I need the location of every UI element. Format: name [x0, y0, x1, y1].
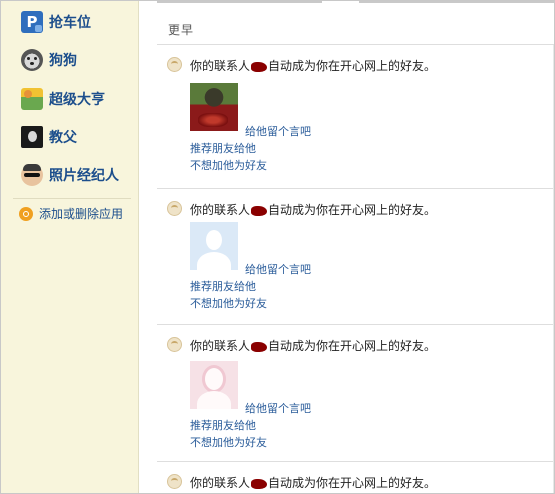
parking-icon: P: [21, 11, 43, 33]
feed-text: 你的联系人 自动成为你在开心网上的好友。: [190, 57, 436, 74]
feed-text-after: 自动成为你在开心网上的好友。: [268, 203, 437, 217]
tab-underline: [359, 1, 554, 3]
settings-icon: [19, 206, 33, 221]
redaction-mark: [251, 205, 268, 216]
sidebar-item-photo-agent[interactable]: 照片经纪人: [21, 162, 119, 188]
feed-text: 你的联系人 自动成为你在开心网上的好友。: [190, 474, 436, 491]
unfriend-link[interactable]: 不想加他为好友: [190, 157, 267, 173]
feed-item: 你的联系人 自动成为你在开心网上的好友。 给他留个言吧 推荐朋友给他 不想加他为好…: [157, 189, 554, 325]
feed-text-before: 你的联系人: [190, 339, 251, 353]
friend-avatar[interactable]: [190, 222, 238, 270]
sidebar-item-godfather[interactable]: 教父: [21, 124, 77, 150]
godfather-icon: [21, 126, 43, 148]
sidebar-item-dog[interactable]: 狗狗: [21, 47, 77, 73]
money-icon: [21, 88, 43, 110]
leave-message-link[interactable]: 给他留个言吧: [245, 261, 311, 277]
redaction-mark: [251, 61, 268, 72]
dog-icon: [21, 49, 43, 71]
sidebar-item-parking[interactable]: P 抢车位: [21, 9, 91, 35]
feed-text-after: 自动成为你在开心网上的好友。: [268, 476, 437, 490]
friend-avatar[interactable]: [190, 361, 238, 409]
feed-smile-icon: [167, 474, 182, 489]
feed-text-after: 自动成为你在开心网上的好友。: [268, 339, 437, 353]
feed-text-before: 你的联系人: [190, 476, 251, 490]
tab-underline: [157, 1, 322, 3]
sidebar-item-label: 教父: [49, 130, 77, 146]
manage-apps-link[interactable]: 添加或删除应用: [19, 205, 123, 222]
feed-text: 你的联系人 自动成为你在开心网上的好友。: [190, 337, 436, 354]
manage-apps-label: 添加或删除应用: [39, 207, 124, 221]
feed-smile-icon: [167, 337, 182, 352]
sidebar-item-label: 抢车位: [49, 15, 91, 31]
friend-avatar[interactable]: [190, 83, 238, 131]
feed-text: 你的联系人 自动成为你在开心网上的好友。: [190, 201, 436, 218]
sidebar-item-label: 狗狗: [49, 53, 77, 69]
unfriend-link[interactable]: 不想加他为好友: [190, 295, 267, 311]
redaction-mark: [251, 478, 268, 489]
sidebar-item-label: 照片经纪人: [49, 168, 119, 184]
leave-message-link[interactable]: 给他留个言吧: [245, 123, 311, 139]
page-frame: P 抢车位 狗狗 超级大亨 教父 照片经纪人 添加或删除应用 更早 你的联系人 …: [0, 0, 555, 494]
feed-item: 你的联系人 自动成为你在开心网上的好友。: [157, 462, 554, 493]
section-title: 更早: [168, 23, 195, 37]
app-sidebar: P 抢车位 狗狗 超级大亨 教父 照片经纪人 添加或删除应用: [1, 1, 139, 493]
feed-item: 你的联系人 自动成为你在开心网上的好友。 给他留个言吧 推荐朋友给他 不想加他为好…: [157, 45, 554, 189]
feed-text-before: 你的联系人: [190, 59, 251, 73]
unfriend-link[interactable]: 不想加他为好友: [190, 434, 267, 450]
main-content: 更早 你的联系人 自动成为你在开心网上的好友。 给他留个言吧 推荐朋友给他 不想加…: [139, 1, 554, 493]
recommend-friends-link[interactable]: 推荐朋友给他: [190, 140, 256, 156]
feed-smile-icon: [167, 57, 182, 72]
sidebar-divider: [13, 198, 131, 199]
recommend-friends-link[interactable]: 推荐朋友给他: [190, 278, 256, 294]
content-right-border: [553, 45, 554, 493]
agent-icon: [21, 164, 43, 186]
redaction-mark: [251, 341, 268, 352]
feed-text-before: 你的联系人: [190, 203, 251, 217]
feed-item: 你的联系人 自动成为你在开心网上的好友。 给他留个言吧 推荐朋友给他 不想加他为好…: [157, 325, 554, 462]
sidebar-item-label: 超级大亨: [49, 92, 105, 108]
leave-message-link[interactable]: 给他留个言吧: [245, 400, 311, 416]
feed-text-after: 自动成为你在开心网上的好友。: [268, 59, 437, 73]
feed-smile-icon: [167, 201, 182, 216]
sidebar-item-tycoon[interactable]: 超级大亨: [21, 86, 105, 112]
recommend-friends-link[interactable]: 推荐朋友给他: [190, 417, 256, 433]
